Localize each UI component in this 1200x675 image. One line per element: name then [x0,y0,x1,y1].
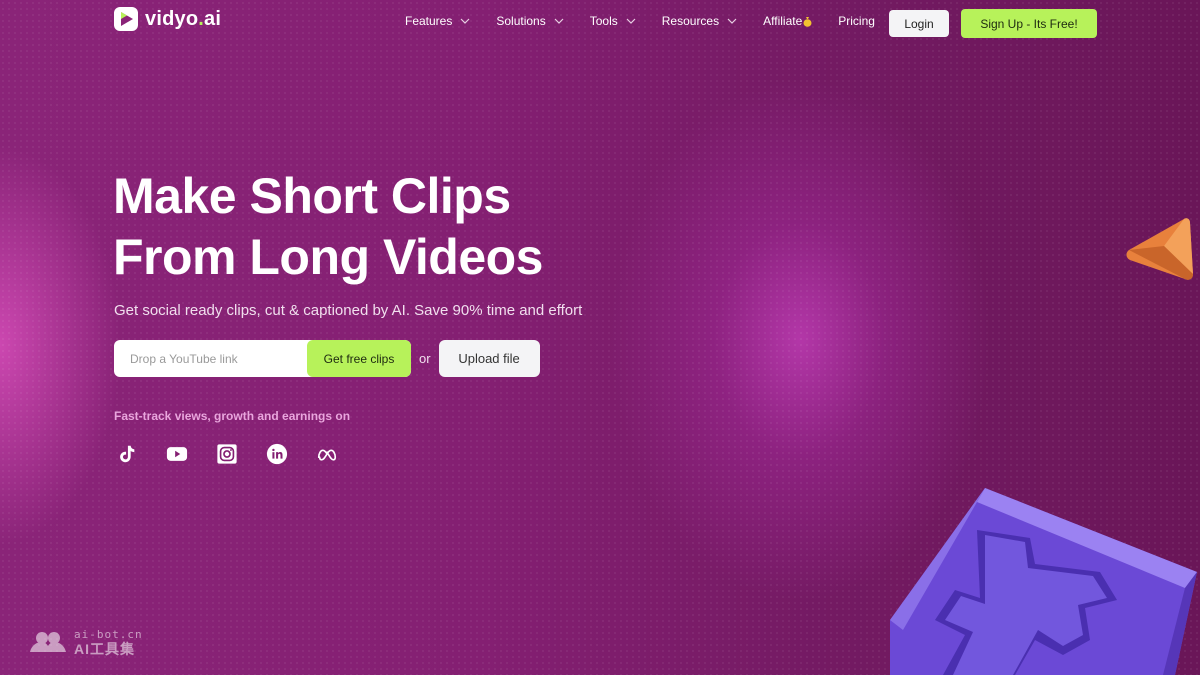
nav-resources-label: Resources [661,14,720,28]
logo-icon [114,7,138,31]
get-free-clips-button[interactable]: Get free clips [307,340,411,377]
watermark: ai-bot.cn AI工具集 [28,628,143,656]
youtube-link-box: Get free clips [114,340,411,377]
nav-tools-label: Tools [589,14,618,28]
meta-icon[interactable] [314,441,340,467]
nav-affiliate[interactable]: Affiliate [763,14,812,28]
hero-title: Make Short Clips From Long Videos [113,166,544,288]
nav-pricing-label: Pricing [838,14,875,28]
login-button[interactable]: Login [889,10,949,37]
nav-pricing[interactable]: Pricing [838,14,875,28]
upload-file-button[interactable]: Upload file [438,340,540,377]
header: vidyo.ai Features Solutions Tools Resour… [0,0,1200,46]
platforms-heading: Fast-track views, growth and earnings on [114,409,351,423]
youtube-link-input[interactable] [114,340,310,377]
hero-subtitle: Get social ready clips, cut & captioned … [114,302,583,319]
chevron-down-icon [554,18,564,24]
purple-cube-decoration [890,488,1197,675]
tiktok-icon[interactable] [114,441,140,467]
youtube-icon[interactable] [164,441,190,467]
watermark-logo-icon [30,632,66,652]
money-bag-icon [803,16,812,27]
instagram-icon[interactable] [214,441,240,467]
logo[interactable]: vidyo.ai [113,6,221,32]
clip-form: Get free clips or Upload file [114,340,540,377]
watermark-brand: AI工具集 [74,641,135,657]
linkedin-icon[interactable] [264,441,290,467]
platform-icons [114,441,364,467]
nav-solutions-label: Solutions [496,14,546,28]
nav-features-label: Features [405,14,453,28]
hero-title-line-1: Make Short Clips [113,168,511,224]
main-nav: Features Solutions Tools Resources Affil… [405,14,901,28]
or-separator: or [419,351,431,366]
orange-triangle-decoration [1126,218,1193,280]
chevron-down-icon [626,18,636,24]
nav-solutions[interactable]: Solutions [496,14,564,28]
nav-affiliate-label: Affiliate [763,14,803,28]
hero-title-line-2: From Long Videos [113,229,544,285]
chevron-down-icon [727,18,737,24]
nav-resources[interactable]: Resources [662,14,737,28]
nav-tools[interactable]: Tools [590,14,636,28]
logo-text: vidyo.ai [145,7,222,30]
watermark-domain: ai-bot.cn [74,628,143,641]
signup-button[interactable]: Sign Up - Its Free! [961,9,1097,38]
nav-features[interactable]: Features [405,14,470,28]
chevron-down-icon [460,18,470,24]
